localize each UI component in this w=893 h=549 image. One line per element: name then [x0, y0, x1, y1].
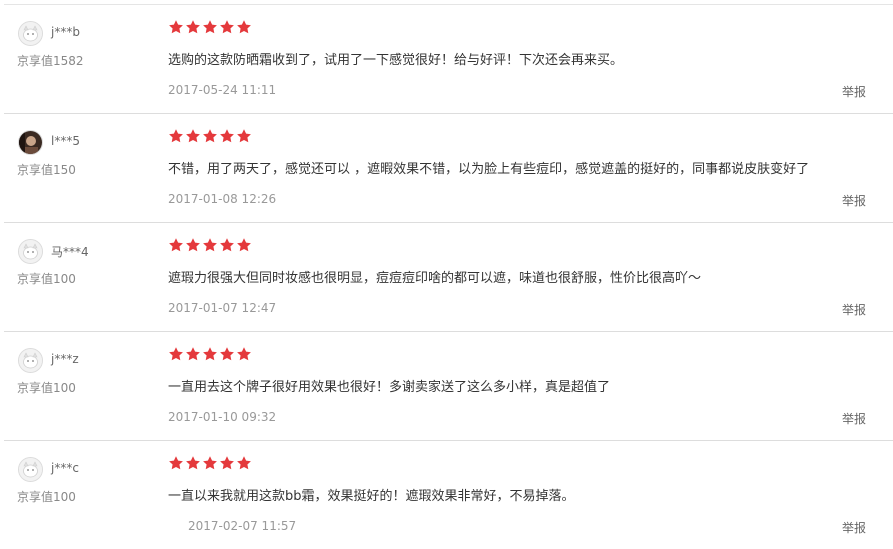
report-link[interactable]: 举报 [842, 301, 866, 318]
star-icon [186, 456, 200, 470]
username: j***z [51, 352, 79, 366]
star-icon [169, 20, 183, 34]
review-content: 一直以来我就用这款bb霜，效果挺好的！遮瑕效果非常好，不易掉落。 [168, 489, 575, 504]
user-level: 京享值100 [17, 490, 76, 504]
star-icon [203, 20, 217, 34]
star-icon [186, 238, 200, 252]
review-content: 不错，用了两天了，感觉还可以 ，遮暇效果不错，以为脸上有些痘印，感觉遮盖的挺好的… [168, 162, 810, 177]
review-date: 2017-01-07 12:47 [168, 301, 277, 315]
review-content: 选购的这款防晒霜收到了，试用了一下感觉很好！给与好评！下次还会再来买。 [168, 53, 624, 68]
star-rating [168, 19, 252, 35]
star-rating [168, 128, 252, 144]
report-link[interactable]: 举报 [842, 192, 866, 209]
star-icon [203, 456, 217, 470]
star-icon [220, 347, 234, 361]
star-icon [237, 129, 251, 143]
user-level: 京享值150 [17, 163, 76, 177]
username: 马***4 [51, 245, 89, 259]
avatar-icon [19, 458, 42, 481]
review-item: l***5 京享值150 不错，用了两天了，感觉还可以 ，遮暇效果不错，以为脸上… [4, 113, 893, 222]
star-icon [169, 456, 183, 470]
avatar-icon [19, 131, 42, 154]
report-link[interactable]: 举报 [842, 410, 866, 427]
user-level: 京享值100 [17, 381, 76, 395]
star-icon [220, 238, 234, 252]
star-icon [186, 20, 200, 34]
review-content: 遮瑕力很强大但同时妆感也很明显，痘痘痘印啥的都可以遮，味道也很舒服，性价比很高吖… [168, 271, 702, 286]
username: j***b [51, 25, 80, 39]
star-icon [169, 129, 183, 143]
star-icon [186, 129, 200, 143]
star-icon [237, 347, 251, 361]
star-icon [237, 20, 251, 34]
review-item: j***c 京享值100 一直以来我就用这款bb霜，效果挺好的！遮瑕效果非常好，… [4, 440, 893, 549]
star-icon [203, 238, 217, 252]
star-icon [186, 347, 200, 361]
avatar-icon [19, 22, 42, 45]
star-icon [169, 238, 183, 252]
star-icon [220, 456, 234, 470]
star-icon [220, 20, 234, 34]
avatar-icon [19, 240, 42, 263]
star-icon [203, 347, 217, 361]
review-item: j***b 京享值1582 选购的这款防晒霜收到了，试用了一下感觉很好！给与好评… [4, 4, 893, 113]
star-rating [168, 346, 252, 362]
avatar[interactable] [18, 457, 43, 482]
review-date: 2017-05-24 11:11 [168, 83, 277, 97]
username: l***5 [51, 134, 80, 148]
review-item: j***z 京享值100 一直用去这个牌子很好用效果也很好！多谢卖家送了这么多小… [4, 331, 893, 440]
review-date: 2017-01-10 09:32 [168, 410, 277, 424]
avatar-icon [19, 349, 42, 372]
avatar[interactable] [18, 130, 43, 155]
avatar[interactable] [18, 21, 43, 46]
review-date: 2017-01-08 12:26 [168, 192, 277, 206]
star-icon [169, 347, 183, 361]
review-date: 2017-02-07 11:57 [188, 519, 297, 533]
star-rating [168, 237, 252, 253]
avatar[interactable] [18, 239, 43, 264]
star-rating [168, 455, 252, 471]
user-level: 京享值1582 [17, 54, 84, 68]
report-link[interactable]: 举报 [842, 83, 866, 100]
review-content: 一直用去这个牌子很好用效果也很好！多谢卖家送了这么多小样，真是超值了 [168, 380, 611, 395]
star-icon [220, 129, 234, 143]
user-level: 京享值100 [17, 272, 76, 286]
star-icon [237, 456, 251, 470]
star-icon [237, 238, 251, 252]
username: j***c [51, 461, 79, 475]
avatar[interactable] [18, 348, 43, 373]
review-item: 马***4 京享值100 遮瑕力很强大但同时妆感也很明显，痘痘痘印啥的都可以遮，… [4, 222, 893, 331]
star-icon [203, 129, 217, 143]
report-link[interactable]: 举报 [842, 519, 866, 536]
